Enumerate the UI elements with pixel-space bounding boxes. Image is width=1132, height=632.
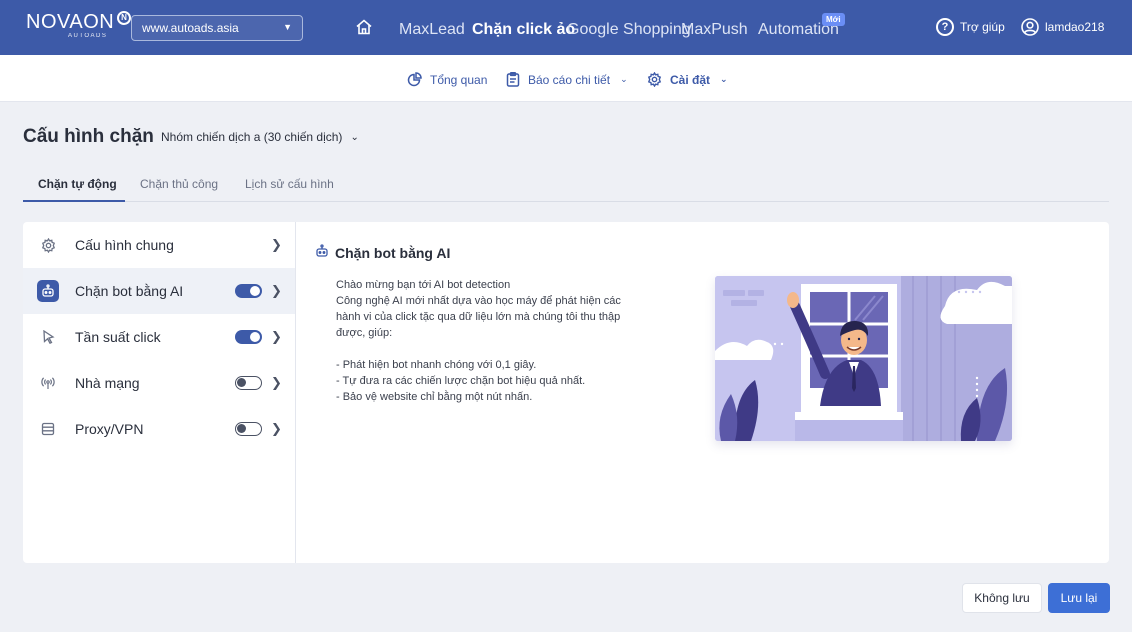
- sub-navbar: Tổng quan Báo cáo chi tiết ⌄ Cài đặt ⌄: [0, 55, 1132, 102]
- config-sidebar: Cấu hình chung ❯ Chặn bot bằng AI ❯ Tần …: [23, 222, 296, 563]
- chevron-right-icon: ❯: [271, 237, 282, 252]
- campaign-group-select[interactable]: Nhóm chiến dịch a (30 chiến dịch) ⌄: [161, 130, 359, 144]
- robot-icon: [37, 280, 59, 302]
- sidebar-item-nha-mang[interactable]: Nhà mạng ❯: [23, 360, 295, 406]
- sidebar-item-label: Tần suất click: [75, 329, 161, 345]
- chevron-down-icon: ▼: [283, 22, 292, 32]
- benefit-item: - Tự đưa ra các chiến lược chặn bot hiệu…: [336, 375, 586, 387]
- gear-icon: [37, 234, 59, 256]
- config-content: Chặn bot bằng AI Chào mừng bạn tới AI bo…: [297, 222, 1109, 563]
- subnav-label: Cài đặt: [670, 72, 711, 87]
- subnav-cai-dat[interactable]: Cài đặt ⌄: [647, 72, 728, 87]
- config-tabs: Chặn tự động Chặn thủ công Lịch sử cấu h…: [23, 168, 1109, 202]
- save-button[interactable]: Lưu lại: [1048, 583, 1110, 613]
- proxy-vpn-toggle[interactable]: [235, 422, 262, 436]
- chevron-down-icon: ⌄: [720, 74, 728, 84]
- campaign-group-value: Nhóm chiến dịch a (30 chiến dịch): [161, 130, 343, 144]
- home-icon[interactable]: [355, 18, 373, 36]
- robot-icon: [315, 244, 329, 261]
- user-avatar-icon: [1021, 18, 1039, 36]
- cursor-icon: [37, 326, 59, 348]
- tab-lich-su-cau-hinh[interactable]: Lịch sử cấu hình: [245, 177, 334, 191]
- domain-select[interactable]: www.autoads.asia ▼: [131, 15, 303, 41]
- benefit-item: - Bảo vệ website chỉ bằng một nút nhấn.: [336, 391, 533, 403]
- description-line: Công nghệ AI mới nhất dựa vào học máy để…: [336, 295, 621, 339]
- cancel-button[interactable]: Không lưu: [962, 583, 1042, 613]
- click-frequency-toggle[interactable]: [235, 330, 262, 344]
- logo-text: NOVAON: [26, 11, 115, 33]
- chevron-down-icon: ⌄: [350, 131, 359, 143]
- tab-chan-thu-cong[interactable]: Chặn thủ công: [140, 177, 218, 191]
- logo-subtitle: AUTOADS: [68, 33, 108, 39]
- chevron-right-icon: ❯: [271, 421, 282, 436]
- username: lamdao218: [1045, 20, 1105, 34]
- nav-maxpush[interactable]: MaxPush: [681, 21, 748, 39]
- new-badge: Mới: [822, 13, 845, 26]
- sidebar-item-label: Nhà mạng: [75, 375, 140, 391]
- nav-maxlead[interactable]: MaxLead: [399, 21, 465, 39]
- content-description: Chào mừng bạn tới AI bot detection Công …: [336, 277, 646, 405]
- antenna-icon: [37, 372, 59, 394]
- sidebar-item-chan-bot-ai[interactable]: Chặn bot bằng AI ❯: [23, 268, 295, 314]
- sidebar-item-proxy-vpn[interactable]: Proxy/VPN ❯: [23, 406, 295, 452]
- active-tab-indicator: [23, 200, 125, 202]
- chevron-down-icon: ⌄: [620, 74, 628, 84]
- help-link[interactable]: ? Trợ giúp: [936, 18, 1005, 36]
- logo-n-icon: N: [117, 11, 132, 25]
- sidebar-item-label: Chặn bot bằng AI: [75, 283, 184, 299]
- description-line: Chào mừng bạn tới AI bot detection: [336, 279, 511, 291]
- clipboard-icon: [506, 72, 520, 87]
- sidebar-item-tan-suat-click[interactable]: Tần suất click ❯: [23, 314, 295, 360]
- page-title: Cấu hình chặn: [23, 126, 154, 147]
- chart-pie-icon: [407, 72, 422, 87]
- subnav-bao-cao[interactable]: Báo cáo chi tiết ⌄: [506, 72, 628, 87]
- gear-icon: [647, 72, 662, 87]
- tab-chan-tu-dong[interactable]: Chặn tự động: [38, 177, 117, 191]
- user-menu[interactable]: lamdao218: [1021, 18, 1104, 36]
- config-card: Cấu hình chung ❯ Chặn bot bằng AI ❯ Tần …: [23, 222, 1109, 563]
- content-title-text: Chặn bot bằng AI: [335, 244, 451, 261]
- subnav-label: Báo cáo chi tiết: [528, 72, 611, 87]
- help-label: Trợ giúp: [960, 20, 1005, 34]
- chevron-right-icon: ❯: [271, 283, 282, 298]
- sidebar-item-label: Proxy/VPN: [75, 421, 144, 437]
- nav-chan-click-ao[interactable]: Chặn click ảo: [472, 21, 575, 39]
- chevron-right-icon: ❯: [271, 375, 282, 390]
- subnav-tong-quan[interactable]: Tổng quan: [407, 72, 487, 87]
- server-icon: [37, 418, 59, 440]
- domain-value: www.autoads.asia: [142, 21, 239, 35]
- nav-google-shopping[interactable]: Google Shopping: [567, 21, 691, 39]
- benefit-item: - Phát hiện bot nhanh chóng với 0,1 giây…: [336, 359, 537, 371]
- sidebar-item-cau-hinh-chung[interactable]: Cấu hình chung ❯: [23, 222, 295, 268]
- subnav-label: Tổng quan: [430, 72, 488, 87]
- question-icon: ?: [936, 18, 954, 36]
- content-title: Chặn bot bằng AI: [315, 244, 450, 261]
- ai-bot-illustration: [715, 276, 1012, 441]
- novaon-logo[interactable]: NOVAON N AUTOADS: [26, 11, 132, 39]
- top-navbar: NOVAON N AUTOADS www.autoads.asia ▼ MaxLe…: [0, 0, 1132, 55]
- bot-ai-toggle[interactable]: [235, 284, 262, 298]
- chevron-right-icon: ❯: [271, 329, 282, 344]
- sidebar-item-label: Cấu hình chung: [75, 237, 174, 253]
- carrier-toggle[interactable]: [235, 376, 262, 390]
